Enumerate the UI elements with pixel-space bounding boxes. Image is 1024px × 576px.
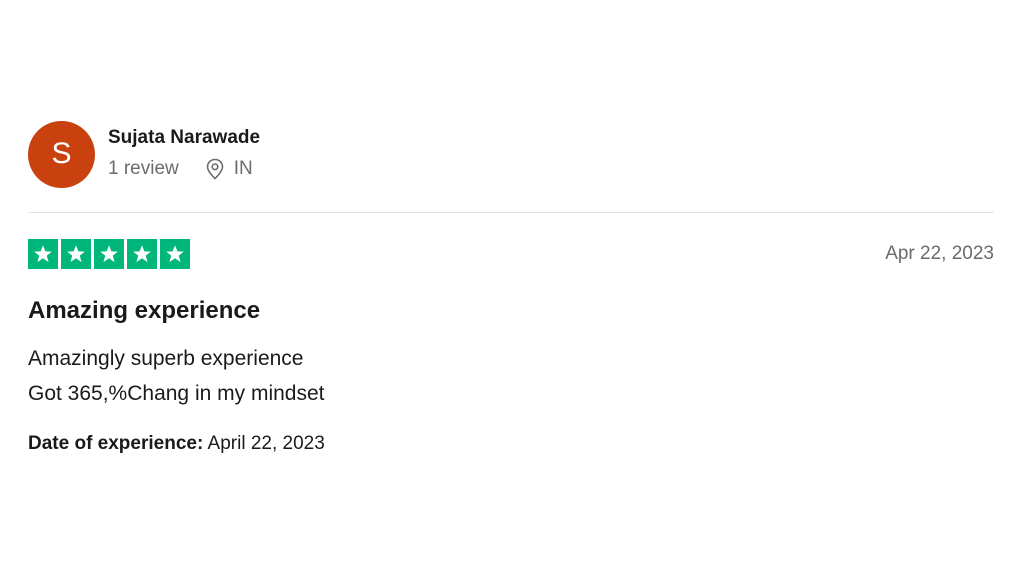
reviewer-country: IN bbox=[233, 158, 253, 179]
star-icon bbox=[127, 239, 157, 269]
location-pin-icon bbox=[205, 158, 225, 180]
review-card: S Sujata Narawade 1 review IN Apr 22, 20… bbox=[28, 120, 994, 455]
review-body-line: Amazingly superb experience bbox=[28, 347, 304, 370]
review-body: Amazingly superb experience Got 365,%Cha… bbox=[28, 341, 994, 411]
reviewer-header: S Sujata Narawade 1 review IN bbox=[28, 120, 994, 188]
experience-date: Date of experience: April 22, 2023 bbox=[28, 433, 994, 455]
divider bbox=[28, 212, 994, 213]
avatar[interactable]: S bbox=[28, 120, 95, 188]
review-date: Apr 22, 2023 bbox=[885, 243, 994, 264]
star-icon bbox=[94, 239, 124, 269]
star-icon bbox=[28, 239, 58, 269]
star-rating bbox=[28, 239, 190, 269]
star-icon bbox=[61, 239, 91, 269]
review-count: 1 review bbox=[108, 158, 179, 179]
rating-row: Apr 22, 2023 bbox=[28, 239, 994, 269]
star-icon bbox=[160, 239, 190, 269]
experience-date-label: Date of experience: bbox=[28, 433, 204, 454]
reviewer-name[interactable]: Sujata Narawade bbox=[108, 126, 260, 150]
experience-date-value: April 22, 2023 bbox=[207, 433, 325, 454]
avatar-initial: S bbox=[51, 137, 72, 170]
review-body-line: Got 365,%Chang in my mindset bbox=[28, 382, 325, 405]
reviewer-meta: 1 review IN bbox=[108, 158, 260, 180]
reviewer-info: Sujata Narawade 1 review IN bbox=[108, 126, 260, 180]
review-title[interactable]: Amazing experience bbox=[28, 297, 994, 325]
